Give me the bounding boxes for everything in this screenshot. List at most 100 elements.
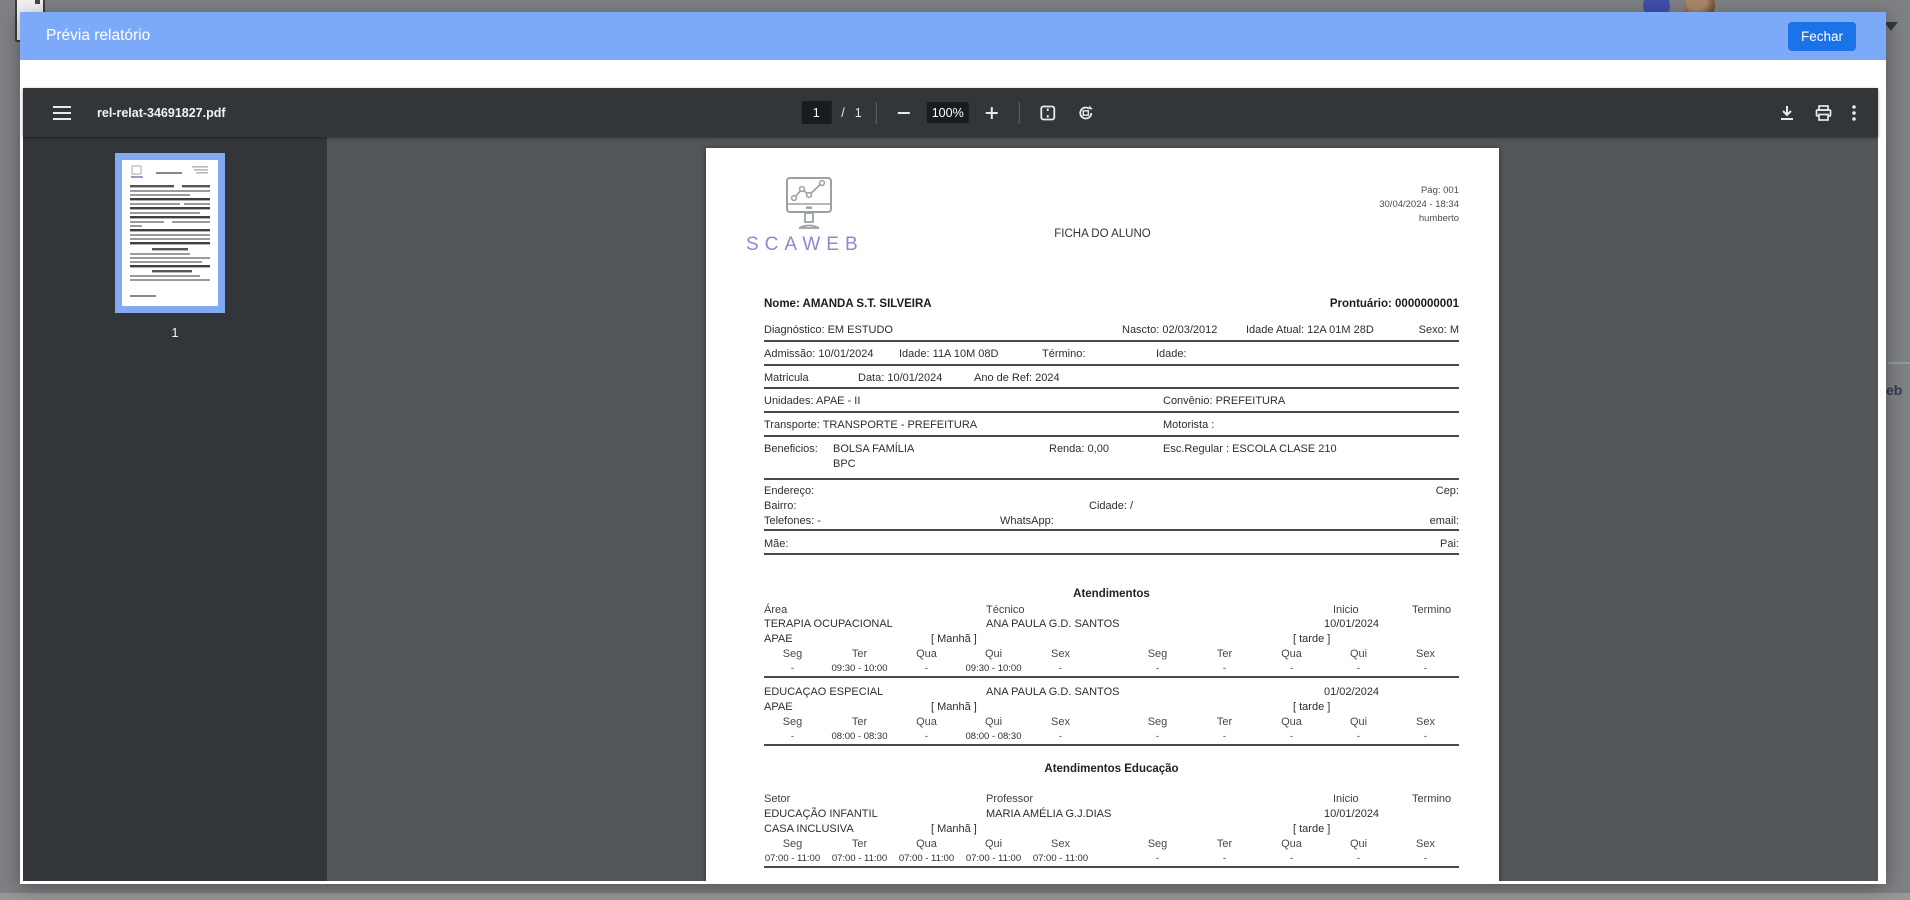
column-header-area: Área (764, 604, 787, 616)
atendimento-entry: EDUCAÇAO ESPECIALANA PAULA G.D. SANTOS01… (764, 686, 1459, 754)
field-nome: Nome: AMANDA S.T. SILVEIRA (764, 298, 932, 310)
field-transporte: Transporte: TRANSPORTE - PREFEITURA (764, 419, 977, 431)
schedule-day: Ter (1191, 648, 1258, 660)
schedule-day: Qui (1325, 648, 1392, 660)
schedule-day: Seg (759, 716, 826, 728)
schedule-day: Qua (893, 838, 960, 850)
tarde-times-row: ----- (1124, 853, 1459, 864)
schedule-time: 07:00 - 11:00 (1027, 853, 1094, 864)
close-button[interactable]: Fechar (1788, 22, 1856, 51)
atendimento-entry: TERAPIA OCUPACIONALANA PAULA G.D. SANTOS… (764, 618, 1459, 686)
field-admissao: Admissão: 10/01/2024 (764, 348, 873, 360)
background-divider (1888, 362, 1910, 364)
field-idade-atual: Idade Atual: 12A 01M 28D (1246, 324, 1374, 336)
manha-times-row: -09:30 - 10:00-09:30 - 10:00- (759, 663, 1094, 674)
divider (764, 435, 1459, 437)
schedule-day: Ter (1191, 716, 1258, 728)
day-header-row: SegTerQuaQuiSex (759, 838, 1094, 850)
schedule-time: - (1392, 731, 1459, 742)
atendimento-educacao-tecnico: MARIA AMÉLIA G.J.DIAS (986, 808, 1111, 820)
toolbar-divider (1019, 102, 1020, 124)
section-title-atendimentos: Atendimentos (764, 588, 1459, 600)
schedule-day: Sex (1027, 838, 1094, 850)
schedule-time: 07:00 - 11:00 (960, 853, 1027, 864)
page-number-input[interactable] (801, 101, 831, 124)
field-diagnostico: Diagnóstico: EM ESTUDO (764, 324, 893, 336)
schedule-time: - (893, 731, 960, 742)
schedule-time: 08:00 - 08:30 (960, 731, 1027, 742)
schedule-time: - (1258, 663, 1325, 674)
field-cep: Cep: (1436, 485, 1459, 497)
field-whatsapp: WhatsApp: (1000, 515, 1054, 527)
schedule-day: Qua (893, 648, 960, 660)
schedule-day: Qui (1325, 716, 1392, 728)
schedule-day: Seg (759, 648, 826, 660)
schedule-time: - (1392, 853, 1459, 864)
column-header-termino: Termino (1412, 793, 1451, 805)
document-area[interactable]: SCAWEB Pág: 001 30/04/2024 - 18:34 humbe… (327, 137, 1878, 881)
download-icon[interactable] (1773, 99, 1801, 127)
schedule-time: - (1124, 853, 1191, 864)
field-beneficios-label: Beneficios: (764, 443, 818, 455)
schedule-time: - (1191, 663, 1258, 674)
day-header-row: SegTerQuaQuiSex (759, 648, 1094, 660)
tarde-label: [ tarde ] (1293, 633, 1330, 645)
field-ano-ref: Ano de Ref: 2024 (974, 372, 1060, 384)
field-bairro: Bairro: (764, 500, 796, 512)
modal-title: Prévia relatório (46, 27, 150, 45)
divider (764, 340, 1459, 342)
schedule-day: Sex (1392, 838, 1459, 850)
background-partial-text: eb (1886, 382, 1902, 398)
atendimento-area: EDUCAÇAO ESPECIAL (764, 686, 883, 698)
schedule-time: - (1124, 663, 1191, 674)
divider (764, 866, 1459, 868)
atendimento-unidade: APAE (764, 633, 793, 645)
schedule-time: 09:30 - 10:00 (960, 663, 1027, 674)
field-pai: Pai: (1440, 538, 1459, 550)
schedule-time: - (1027, 663, 1094, 674)
schedule-day: Ter (826, 716, 893, 728)
more-options-icon[interactable] (1846, 99, 1862, 127)
viewer-body: 1 (23, 137, 1878, 881)
tarde-times-row: ----- (1124, 731, 1459, 742)
schedule-time: - (1191, 853, 1258, 864)
field-idade: Idade: 11A 10M 08D (899, 348, 998, 360)
menu-icon[interactable] (47, 100, 77, 126)
field-telefones: Telefones: - (764, 515, 821, 527)
schedule-time: 07:00 - 11:00 (826, 853, 893, 864)
fit-to-page-icon[interactable] (1034, 99, 1062, 127)
schedule-day: Qua (1258, 838, 1325, 850)
schedule-day: Ter (826, 648, 893, 660)
schedule-day: Qui (960, 716, 1027, 728)
atendimento-tecnico: ANA PAULA G.D. SANTOS (986, 686, 1119, 698)
thumbnail-panel: 1 (23, 137, 327, 881)
field-motorista: Motorista : (1163, 419, 1214, 431)
schedule-day: Seg (1124, 648, 1191, 660)
modal-header: Prévia relatório Fechar (20, 12, 1886, 60)
schedule-time: - (1258, 853, 1325, 864)
field-data: Data: 10/01/2024 (858, 372, 942, 384)
schedule-time: 08:00 - 08:30 (826, 731, 893, 742)
print-icon[interactable] (1809, 99, 1838, 127)
schedule-time: 07:00 - 11:00 (759, 853, 826, 864)
schedule-day: Sex (1027, 716, 1094, 728)
schedule-time: - (1325, 663, 1392, 674)
zoom-out-icon[interactable] (891, 100, 917, 126)
divider (764, 553, 1459, 555)
page-thumbnail[interactable] (115, 153, 225, 313)
background-bottom-strip (0, 893, 1910, 900)
schedule-day: Qui (960, 648, 1027, 660)
toolbar-divider (876, 102, 877, 124)
schedule-day: Seg (759, 838, 826, 850)
rotate-icon[interactable] (1072, 99, 1100, 127)
pdf-page: SCAWEB Pág: 001 30/04/2024 - 18:34 humbe… (706, 148, 1499, 881)
pdf-viewer: rel-relat-34691827.pdf / 1 100% (23, 88, 1878, 881)
divider (764, 478, 1459, 480)
field-convenio: Convênio: PREFEITURA (1163, 395, 1285, 407)
zoom-in-icon[interactable] (979, 100, 1005, 126)
field-cidade: Cidade: / (1089, 500, 1133, 512)
column-header-professor: Professor (986, 793, 1033, 805)
field-mae: Mãe: (764, 538, 788, 550)
field-sexo: Sexo: M (1419, 324, 1459, 336)
field-matricula: Matricula (764, 372, 809, 384)
